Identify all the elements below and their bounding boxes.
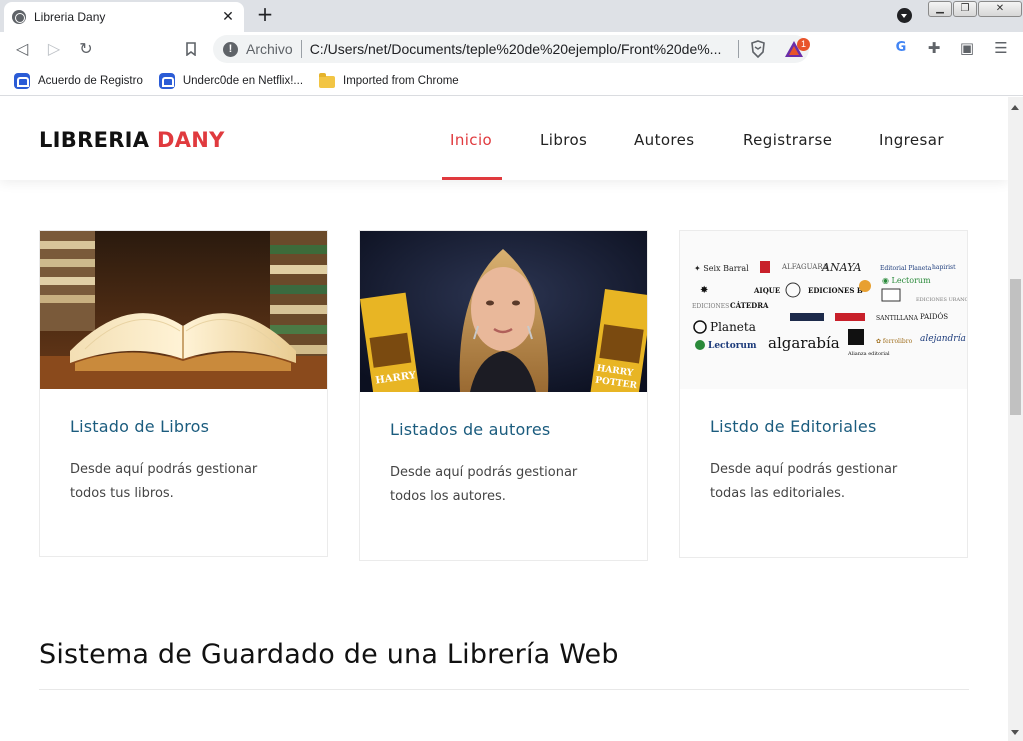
card-text-line: Desde aquí podrás gestionar (710, 462, 898, 477)
svg-text:algarabía: algarabía (768, 334, 840, 352)
back-icon[interactable]: ◁ (11, 38, 33, 60)
menu-icon[interactable]: ☰ (991, 38, 1011, 58)
card-text: Desde aquí podrás gestionar todas las ed… (710, 458, 937, 506)
svg-text:✦ Seix Barral: ✦ Seix Barral (694, 264, 749, 273)
card-body: Listados de autores Desde aquí podrás ge… (360, 392, 647, 509)
minimize-button[interactable]: ▁ (928, 1, 952, 17)
card-libros[interactable]: Listado de Libros Desde aquí podrás gest… (39, 230, 328, 557)
open-books-photo (40, 231, 327, 389)
bookmark-label: Underc0de en Netflix!... (182, 74, 304, 87)
svg-text:hapirist: hapirist (932, 264, 956, 271)
card-title[interactable]: Listdo de Editoriales (710, 417, 937, 436)
bookmarks-bar: Acuerdo de Registro Underc0de en Netflix… (0, 66, 1023, 96)
bookmark-label: Imported from Chrome (343, 74, 459, 87)
logo-text: LIBRERIA (39, 128, 157, 152)
info-icon[interactable]: ! (223, 41, 238, 57)
omnibox-divider (737, 40, 739, 58)
card-body: Listado de Libros Desde aquí podrás gest… (40, 389, 327, 506)
svg-text:Lectorum: Lectorum (708, 341, 757, 351)
card-title[interactable]: Listado de Libros (70, 417, 297, 436)
card-editoriales[interactable]: ✦ Seix Barral ALFAGUARA ANAYA Editorial … (679, 230, 968, 558)
brave-shield-icon[interactable] (750, 40, 766, 58)
author-portrait-photo: HARRY HARRY POTTER (360, 231, 647, 392)
wallet-icon[interactable]: ▣ (957, 38, 977, 58)
svg-text:ANAYA: ANAYA (821, 261, 861, 274)
browser-tab[interactable]: Libreria Dany ✕ (4, 2, 244, 32)
bookmark-item[interactable]: Acuerdo de Registro (14, 72, 143, 89)
site-header: LIBRERIA DANY Inicio Libros Autores Regi… (0, 97, 1008, 180)
nav-ingresar[interactable]: Ingresar (879, 131, 944, 149)
logo-accent-text: DANY (156, 128, 225, 152)
nav-inicio[interactable]: Inicio (450, 131, 492, 149)
svg-text:Alianza editorial: Alianza editorial (847, 351, 890, 357)
tab-search-icon[interactable] (897, 8, 912, 23)
forward-icon[interactable]: ▷ (43, 38, 65, 60)
window-controls: ▁ ❐ ✕ (928, 1, 1022, 17)
page-scrollbar[interactable] (1008, 97, 1023, 741)
close-window-button[interactable]: ✕ (978, 1, 1022, 17)
svg-text:alejandría: alejandría (920, 333, 966, 344)
card-text: Desde aquí podrás gestionar todos los au… (390, 461, 617, 509)
site-icon (14, 72, 30, 89)
bookmark-item[interactable]: Underc0de en Netflix!... (158, 72, 304, 89)
scroll-up-icon[interactable] (1011, 105, 1019, 110)
svg-text:◉ Lectorum: ◉ Lectorum (882, 276, 931, 285)
svg-text:✿ ferrolibro: ✿ ferrolibro (876, 338, 913, 345)
scrollbar-thumb[interactable] (1010, 279, 1021, 415)
bookmark-icon[interactable] (180, 38, 202, 60)
svg-text:PAIDÓS: PAIDÓS (920, 312, 948, 321)
svg-text:CÁTEDRA: CÁTEDRA (730, 301, 769, 310)
card-text-line: todos los autores. (390, 489, 506, 504)
extensions-icon[interactable]: ✚ (924, 38, 944, 58)
card-autores[interactable]: HARRY HARRY POTTER Listados de autores D… (359, 230, 648, 561)
address-bar[interactable]: ! Archivo C:/Users/net/Documents/teple%2… (213, 35, 809, 63)
browser-toolbar: ◁ ▷ ↻ ! Archivo C:/Users/net/Documents/t… (0, 32, 1023, 66)
svg-text:Editorial Planeta: Editorial Planeta (880, 265, 932, 272)
omnibox-divider (300, 40, 302, 58)
nav-libros[interactable]: Libros (540, 131, 587, 149)
active-nav-indicator (442, 177, 502, 180)
url-text[interactable]: C:/Users/net/Documents/teple%20de%20ejem… (310, 41, 730, 57)
rewards-badge: 1 (797, 38, 810, 51)
svg-text:EDICIONES: EDICIONES (692, 303, 729, 310)
card-title[interactable]: Listados de autores (390, 420, 617, 439)
card-text-line: todas las editoriales. (710, 486, 846, 501)
tab-title: Libreria Dany (34, 10, 106, 24)
page-viewport: LIBRERIA DANY Inicio Libros Autores Regi… (0, 97, 1008, 741)
svg-text:EDICIONES B: EDICIONES B (808, 286, 863, 295)
scroll-down-icon[interactable] (1011, 730, 1019, 735)
new-tab-button[interactable]: + (254, 4, 276, 26)
reload-icon[interactable]: ↻ (75, 38, 97, 60)
card-text-line: Desde aquí podrás gestionar (70, 462, 258, 477)
folder-icon (319, 72, 336, 88)
card-text-line: todos tus libros. (70, 486, 174, 501)
svg-text:SANTILLANA: SANTILLANA (876, 315, 919, 322)
nav-registrarse[interactable]: Registrarse (743, 131, 832, 149)
svg-text:✸: ✸ (700, 285, 708, 296)
nav-autores[interactable]: Autores (634, 131, 695, 149)
card-text: Desde aquí podrás gestionar todos tus li… (70, 458, 297, 506)
card-body: Listdo de Editoriales Desde aquí podrás … (680, 389, 967, 506)
tab-close-icon[interactable]: ✕ (220, 9, 236, 25)
card-text-line: Desde aquí podrás gestionar (390, 465, 578, 480)
publisher-logos-collage: ✦ Seix Barral ALFAGUARA ANAYA Editorial … (680, 231, 967, 389)
translate-icon[interactable]: G (891, 38, 911, 58)
section-divider (39, 689, 969, 690)
scheme-label: Archivo (246, 41, 293, 57)
bookmark-folder[interactable]: Imported from Chrome (319, 72, 459, 88)
globe-icon (12, 10, 26, 24)
browser-tab-strip: Libreria Dany ✕ + ▁ ❐ ✕ (0, 0, 1023, 32)
bookmark-label: Acuerdo de Registro (38, 74, 143, 87)
svg-text:AIQUE: AIQUE (753, 286, 780, 295)
site-icon (158, 72, 175, 89)
svg-text:Planeta: Planeta (710, 320, 756, 334)
restore-button[interactable]: ❐ (953, 1, 977, 17)
site-logo[interactable]: LIBRERIA DANY (39, 128, 225, 152)
section-title: Sistema de Guardado de una Librería Web (39, 639, 619, 670)
svg-text:EDICIONES URANO: EDICIONES URANO (916, 297, 967, 303)
